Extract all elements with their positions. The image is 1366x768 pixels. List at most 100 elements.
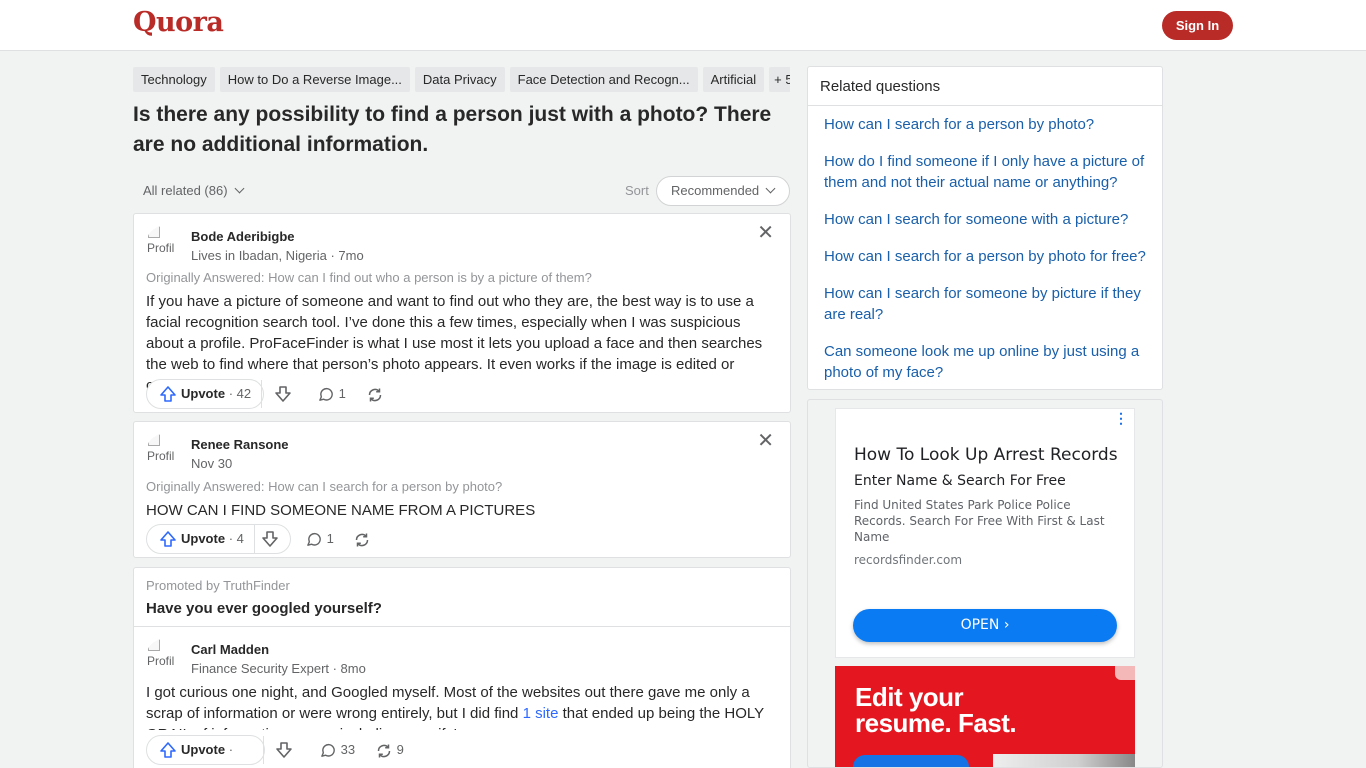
all-related-dropdown[interactable]: All related (86) [143, 183, 244, 198]
upvote-arrow-icon [160, 742, 176, 758]
share-button[interactable] [366, 385, 384, 404]
answer-actions: Upvote · 474 33 9 [134, 730, 790, 768]
share-icon [377, 744, 391, 758]
originally-answered[interactable]: Originally Answered: How can I find out … [146, 270, 592, 285]
upvote-count: · 4 [228, 531, 244, 546]
vote-group: Upvote · 474 [146, 735, 292, 765]
promoted-by[interactable]: Promoted by TruthFinder [146, 578, 290, 593]
topic-tag[interactable]: How to Do a Reverse Image... [219, 67, 410, 92]
related-question-link[interactable]: How do I find someone if I only have a p… [824, 151, 1150, 193]
all-related-label: All related (86) [143, 183, 228, 198]
ad-banner-text: Edit your resume. Fast. [855, 682, 1017, 738]
answer-card: Profil Bode Aderibigbe Lives in Ibadan, … [133, 213, 791, 413]
ad-choices-icon[interactable] [1115, 666, 1135, 680]
topic-tags: Technology How to Do a Reverse Image... Da… [133, 67, 790, 92]
related-question-link[interactable]: Can someone look me up online by just us… [824, 341, 1150, 383]
comment-icon [321, 744, 335, 757]
topic-tag[interactable]: Face Detection and Recogn... [509, 67, 698, 92]
author-name[interactable]: Carl Madden [191, 642, 269, 657]
ad-options-icon[interactable]: ⋮ [1114, 411, 1128, 425]
upvote-button[interactable]: Upvote · 4 [147, 525, 255, 553]
ad-description: Find United States Park Police Police Re… [854, 498, 1105, 544]
related-question-link[interactable]: How can I search for someone by picture … [824, 283, 1150, 325]
ad-open-label: OPEN [960, 617, 1000, 633]
answer-body: HOW CAN I FIND SOMEONE NAME FROM A PICTU… [146, 502, 536, 519]
avatar-alt-text: Profil [147, 241, 175, 255]
upvote-label: Upvote [181, 386, 226, 401]
close-icon[interactable]: ✕ [757, 431, 774, 451]
answer-actions: Upvote · 42 1 [146, 379, 546, 409]
avatar-alt-text: Profil [147, 449, 175, 463]
sort-dropdown[interactable]: Recommended [656, 176, 790, 206]
promoted-body: I got curious one night, and Googled mys… [146, 682, 782, 732]
avatar[interactable]: Profil [146, 226, 182, 262]
chevron-down-icon [234, 183, 244, 194]
ad-banner-image [993, 754, 1135, 767]
ad-url[interactable]: recordsfinder.com [854, 553, 962, 567]
related-question-link[interactable]: How can I search for someone with a pict… [824, 209, 1150, 230]
close-icon[interactable]: ✕ [757, 223, 774, 243]
author-name[interactable]: Bode Aderibigbe [191, 229, 295, 244]
upvote-button[interactable]: Upvote · 42 [147, 380, 263, 408]
author-credential: Finance Security Expert · 8mo [191, 661, 366, 676]
ad-headline[interactable]: How To Look Up Arrest Records [854, 445, 1118, 465]
comment-count: 1 [326, 531, 334, 546]
avatar-alt-text: Profil [147, 654, 175, 668]
upvote-label: Upvote [181, 531, 226, 546]
share-count: 9 [396, 742, 404, 757]
broken-image-icon [148, 639, 160, 651]
vote-group: Upvote · 42 [146, 379, 291, 409]
promoted-card: Promoted by TruthFinder Have you ever go… [133, 567, 791, 768]
downvote-arrow-icon[interactable] [274, 385, 292, 403]
downvote-arrow-icon[interactable] [275, 741, 293, 759]
upvote-arrow-icon [160, 386, 176, 402]
topic-tag[interactable]: Artificial [702, 67, 765, 92]
chevron-down-icon [765, 183, 776, 194]
ad-banner-button[interactable] [853, 755, 969, 767]
author-credential: Nov 30 [191, 456, 233, 471]
upvote-label: Upvote [181, 742, 226, 757]
avatar[interactable]: Profil [146, 639, 182, 675]
sort-value: Recommended [671, 183, 760, 198]
more-tags-button[interactable]: + 5 [769, 67, 790, 92]
comment-icon [307, 533, 321, 546]
comment-button[interactable]: 1 [318, 385, 346, 403]
sign-in-button[interactable]: Sign In [1162, 11, 1233, 40]
originally-answered[interactable]: Originally Answered: How can I search fo… [146, 479, 502, 494]
comment-button[interactable]: 33 [320, 741, 355, 759]
related-questions-panel: Related questions How can I search for a… [807, 66, 1163, 390]
topic-tag[interactable]: Data Privacy [414, 67, 505, 92]
share-button[interactable]: 9 [375, 741, 404, 760]
upvote-button[interactable]: Upvote · 474 [147, 736, 264, 764]
chevron-right-icon: › [1003, 617, 1010, 633]
quora-logo[interactable]: Quora [133, 7, 224, 38]
author-credential: Lives in Ibadan, Nigeria · 7mo [191, 248, 364, 263]
author-name[interactable]: Renee Ransone [191, 437, 289, 452]
sort-label: Sort [625, 183, 649, 198]
related-question-link[interactable]: How can I search for a person by photo? [824, 114, 1150, 135]
topic-tag[interactable]: Technology [133, 67, 215, 92]
comment-count: 33 [340, 742, 356, 757]
question-title: Is there any possibility to find a perso… [133, 103, 772, 156]
share-icon [368, 388, 382, 402]
ad-card[interactable]: ⋮ How To Look Up Arrest Records Enter Na… [835, 408, 1135, 658]
avatar[interactable]: Profil [146, 434, 182, 470]
comment-button[interactable]: 1 [306, 530, 334, 548]
ad-subhead: Enter Name & Search For Free [854, 473, 1066, 489]
upvote-arrow-icon [160, 531, 176, 547]
body-link[interactable]: 1 site [523, 705, 559, 722]
ad-banner[interactable]: Edit your resume. Fast. [835, 666, 1135, 767]
related-question-link[interactable]: How can I search for a person by photo f… [824, 246, 1150, 267]
upvote-count: · 42 [228, 386, 252, 401]
downvote-arrow-icon[interactable] [261, 530, 279, 548]
broken-image-icon [148, 226, 160, 238]
share-icon [355, 533, 369, 547]
promoted-title[interactable]: Have you ever googled yourself? [146, 600, 382, 617]
vote-group: Upvote · 4 [146, 524, 291, 554]
ad-open-button[interactable]: OPEN › [853, 609, 1117, 642]
share-button[interactable] [353, 530, 371, 549]
related-questions-title: Related questions [820, 78, 941, 95]
divider [134, 626, 790, 627]
ad-panel: ⋮ How To Look Up Arrest Records Enter Na… [807, 399, 1163, 768]
top-bar: Quora Sign In [0, 0, 1366, 51]
